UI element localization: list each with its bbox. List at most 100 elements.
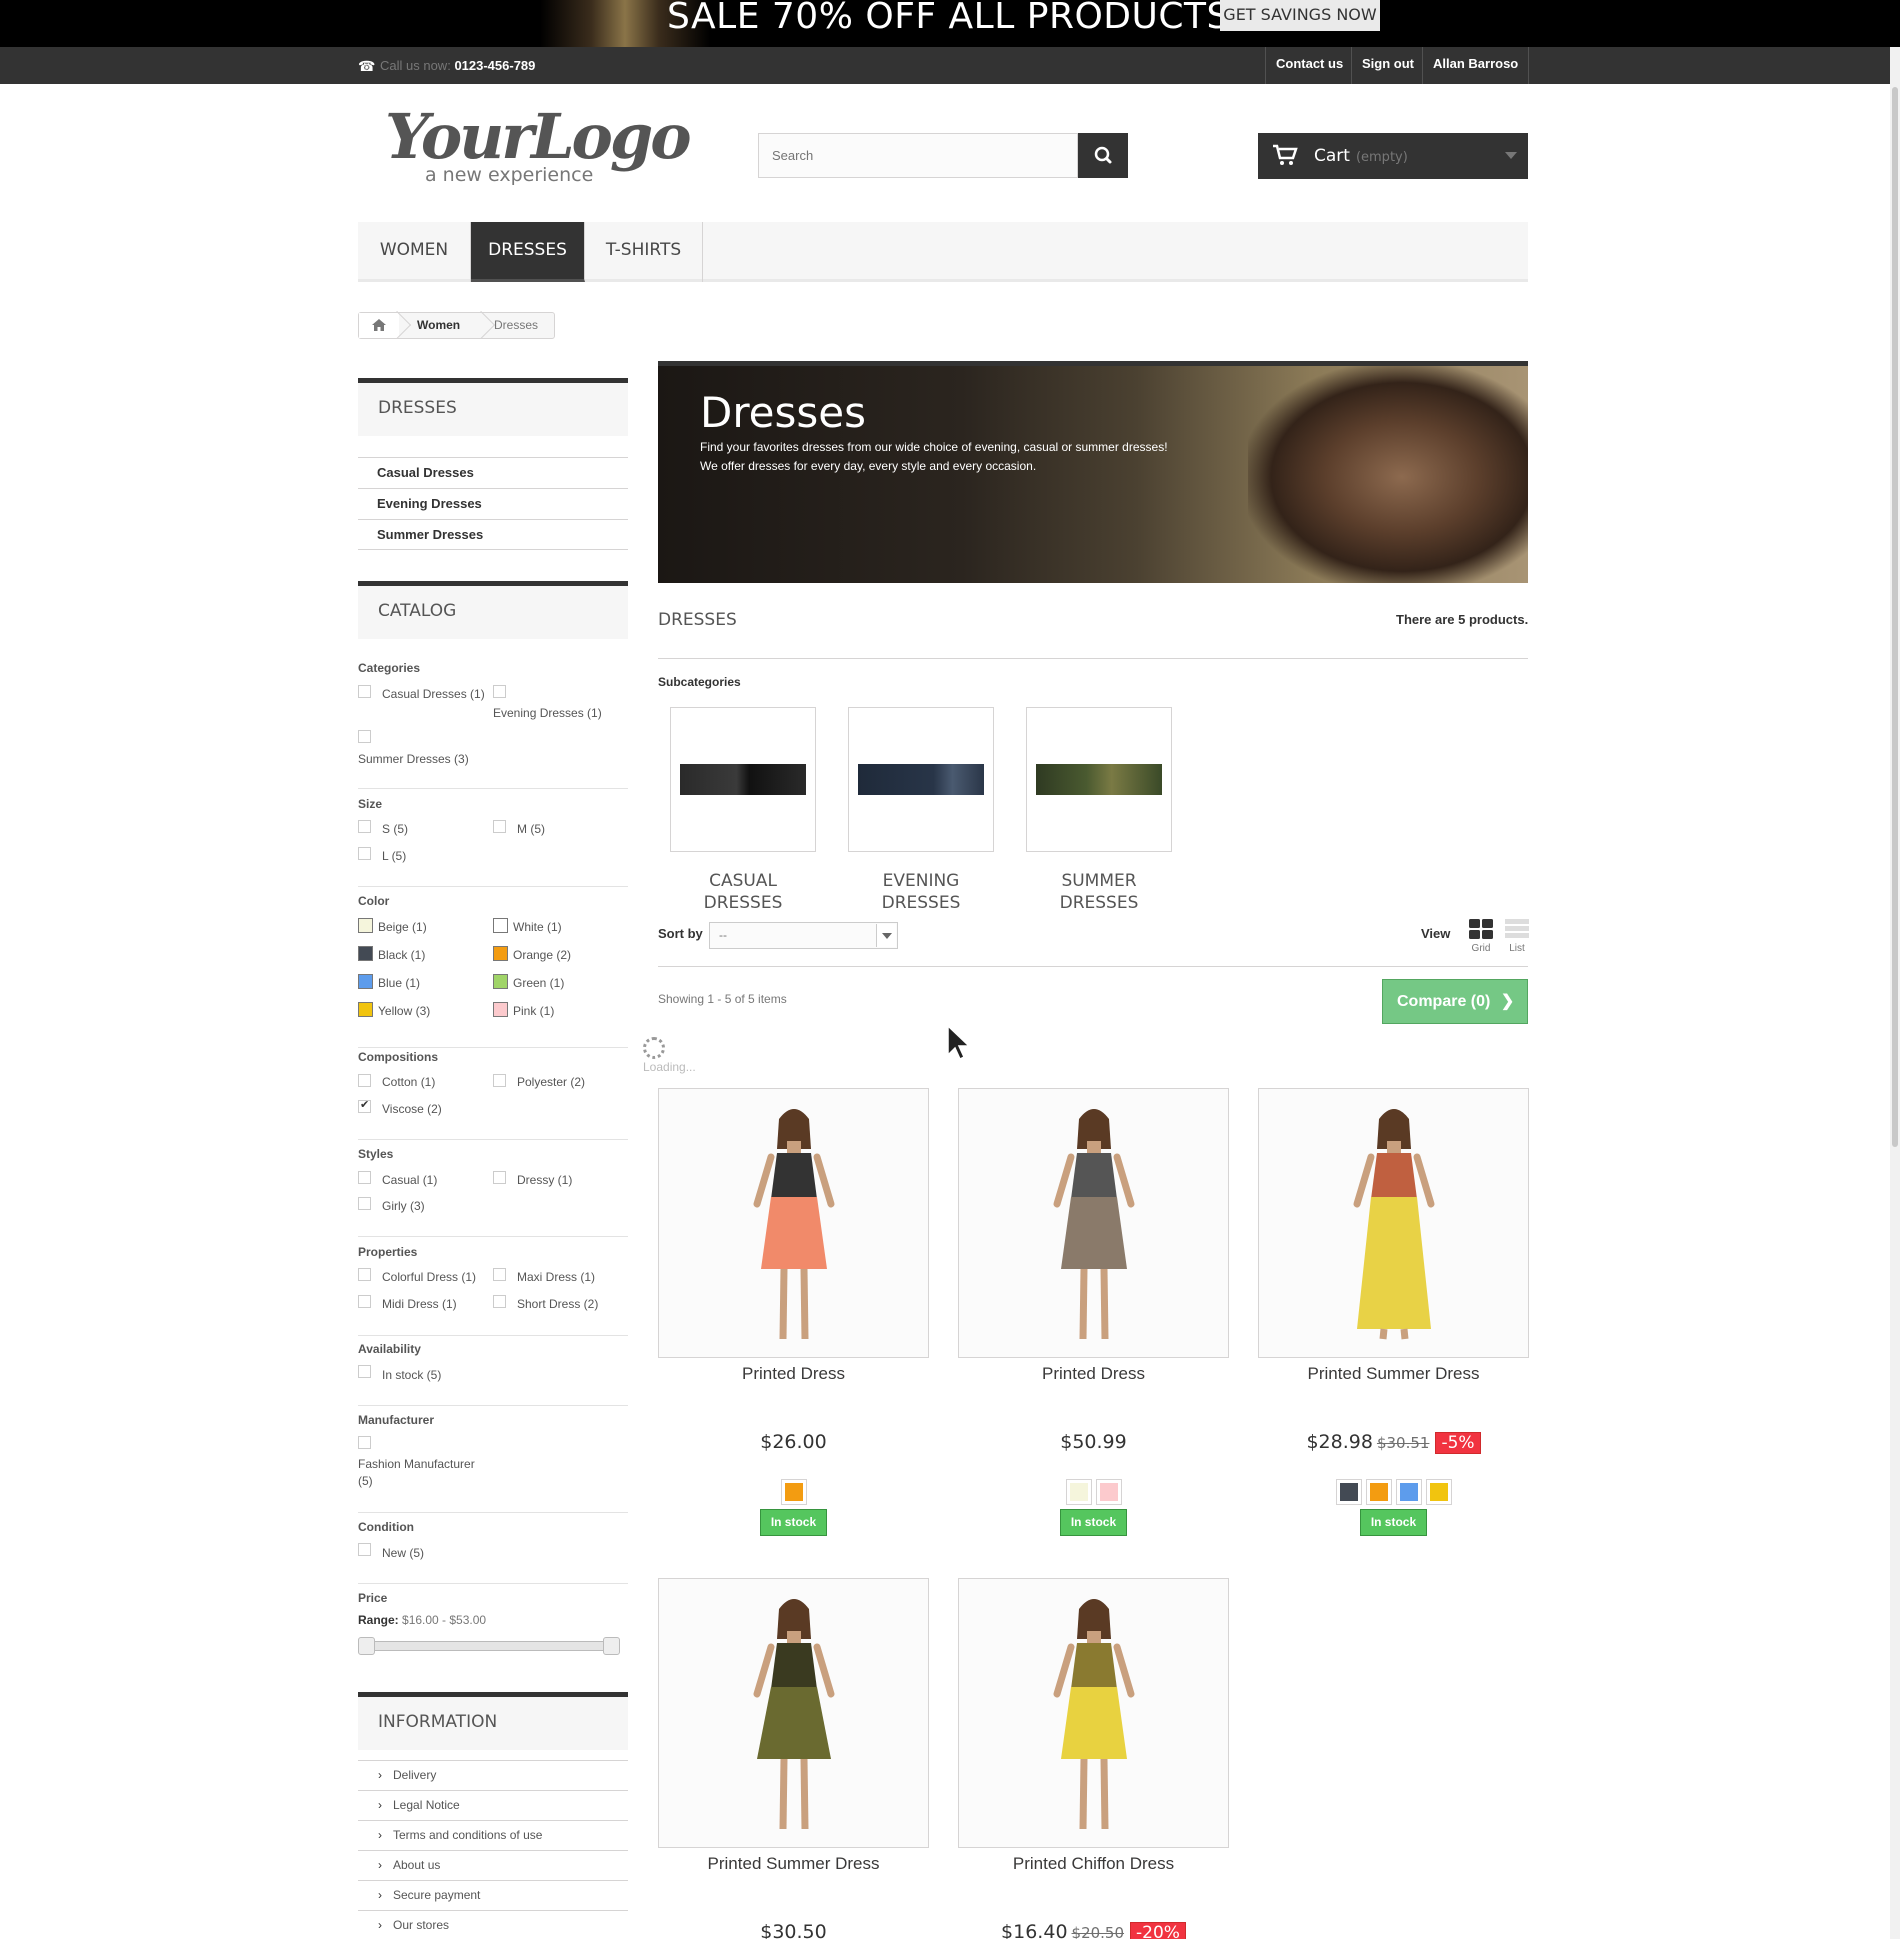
product-color-swatch[interactable] (1365, 1479, 1392, 1505)
color-swatch[interactable] (358, 974, 373, 989)
product-name[interactable]: Printed Dress (958, 1364, 1229, 1384)
checkbox-evening-dresses[interactable] (493, 685, 506, 698)
product-name[interactable]: Printed Summer Dress (658, 1854, 929, 1874)
filter-color-label[interactable]: White (1) (513, 920, 562, 934)
checkbox-viscose[interactable] (358, 1098, 371, 1113)
checkbox-maxi-dress[interactable] (493, 1268, 506, 1281)
filter-polyester[interactable]: Polyester (2) (517, 1075, 585, 1089)
subcategory-casual-link[interactable]: CASUAL DRESSES (670, 870, 816, 914)
filter-size-s[interactable]: S (5) (382, 822, 408, 836)
filter-maxi-dress[interactable]: Maxi Dress (1) (517, 1270, 595, 1284)
filter-short-dress[interactable]: Short Dress (2) (517, 1297, 598, 1311)
checkbox-casual[interactable] (358, 1171, 371, 1184)
checkbox-girly[interactable] (358, 1197, 371, 1210)
product-color-swatch[interactable] (1425, 1479, 1452, 1505)
checkbox-midi-dress[interactable] (358, 1295, 371, 1308)
contact-us-link[interactable]: Contact us (1265, 47, 1353, 84)
filter-size-m[interactable]: M (5) (517, 822, 545, 836)
sidebar-link-evening-dresses[interactable]: Evening Dresses (358, 488, 628, 519)
filter-color-label[interactable]: Beige (1) (378, 920, 427, 934)
subcategory-evening-link[interactable]: EVENING DRESSES (848, 870, 994, 914)
search-button[interactable] (1078, 133, 1128, 178)
product-color-swatch[interactable] (1065, 1479, 1092, 1505)
sidebar-link-summer-dresses[interactable]: Summer Dresses (358, 519, 628, 550)
product-name[interactable]: Printed Chiffon Dress (958, 1854, 1229, 1874)
compare-button[interactable]: Compare (0) ❯ (1382, 979, 1528, 1024)
promo-banner[interactable]: SALE 70% OFF ALL PRODUCTS GET SAVINGS NO… (0, 0, 1900, 47)
filter-in-stock[interactable]: In stock (5) (382, 1368, 441, 1382)
color-swatch[interactable] (358, 918, 373, 933)
checkbox-cotton[interactable] (358, 1074, 371, 1087)
breadcrumb-women[interactable]: Women (417, 313, 460, 338)
filter-new[interactable]: New (5) (382, 1546, 424, 1560)
checkbox-new[interactable] (358, 1543, 371, 1556)
checkbox-short-dress[interactable] (493, 1295, 506, 1308)
filter-color-label[interactable]: Yellow (3) (378, 1004, 430, 1018)
checkbox-size-s[interactable] (358, 820, 371, 833)
checkbox-colorful-dress[interactable] (358, 1268, 371, 1281)
sign-out-link[interactable]: Sign out (1351, 47, 1424, 84)
filter-casual[interactable]: Casual (1) (382, 1173, 437, 1187)
information-link[interactable]: › Legal Notice (358, 1790, 628, 1820)
product-image[interactable] (1258, 1088, 1529, 1358)
filter-fashion-manufacturer[interactable]: Fashion Manufacturer (358, 1457, 475, 1471)
information-link[interactable]: › About us (358, 1850, 628, 1880)
product-color-swatch[interactable] (780, 1479, 807, 1505)
color-swatch[interactable] (493, 1002, 508, 1017)
information-link[interactable]: › Secure payment (358, 1880, 628, 1910)
filter-girly[interactable]: Girly (3) (382, 1199, 425, 1213)
product-image[interactable] (958, 1088, 1229, 1358)
price-slider[interactable] (358, 1637, 620, 1655)
product-color-swatch[interactable] (1335, 1479, 1362, 1505)
checkbox-size-m[interactable] (493, 820, 506, 833)
menu-item-dresses[interactable]: DRESSES (471, 222, 585, 282)
information-link[interactable]: › Delivery (358, 1760, 628, 1790)
product-color-swatch[interactable] (1395, 1479, 1422, 1505)
filter-dressy[interactable]: Dressy (1) (517, 1173, 572, 1187)
checkbox-size-l[interactable] (358, 847, 371, 860)
product-image[interactable] (958, 1578, 1229, 1848)
filter-color-label[interactable]: Orange (2) (513, 948, 571, 962)
color-swatch[interactable] (493, 918, 508, 933)
product-image[interactable] (658, 1578, 929, 1848)
color-swatch[interactable] (493, 974, 508, 989)
product-image[interactable] (658, 1088, 929, 1358)
subcategory-summer-image[interactable] (1026, 707, 1172, 852)
view-list-button[interactable]: List (1503, 917, 1531, 955)
price-slider-max-handle[interactable] (603, 1637, 620, 1655)
get-savings-button[interactable]: GET SAVINGS NOW (1220, 0, 1380, 31)
product-color-swatch[interactable] (1095, 1479, 1122, 1505)
filter-color-label[interactable]: Green (1) (513, 976, 564, 990)
information-link[interactable]: › Our stores (358, 1910, 628, 1939)
menu-item-tshirts[interactable]: T-SHIRTS (585, 222, 703, 282)
filter-midi-dress[interactable]: Midi Dress (1) (382, 1297, 457, 1311)
product-name[interactable]: Printed Summer Dress (1258, 1364, 1529, 1384)
filter-colorful-dress[interactable]: Colorful Dress (1) (382, 1270, 476, 1284)
account-link[interactable]: Allan Barroso (1422, 47, 1530, 84)
color-swatch[interactable] (358, 1002, 373, 1017)
filter-cotton[interactable]: Cotton (1) (382, 1075, 435, 1089)
filter-color-label[interactable]: Black (1) (378, 948, 425, 962)
filter-viscose[interactable]: Viscose (2) (382, 1102, 442, 1116)
cart-button[interactable]: Cart (empty) (1258, 133, 1528, 179)
checkbox-casual-dresses[interactable] (358, 685, 371, 698)
menu-item-women[interactable]: WOMEN (358, 222, 471, 282)
sidebar-link-casual-dresses[interactable]: Casual Dresses (358, 457, 628, 488)
filter-summer-dresses[interactable]: Summer Dresses (3) (358, 752, 469, 766)
view-grid-button[interactable]: Grid (1467, 917, 1495, 955)
checkbox-polyester[interactable] (493, 1074, 506, 1087)
subcategory-evening-image[interactable] (848, 707, 994, 852)
filter-casual-dresses[interactable]: Casual Dresses (1) (382, 687, 485, 701)
search-input[interactable] (758, 133, 1078, 178)
filter-evening-dresses[interactable]: Evening Dresses (1) (493, 706, 602, 720)
filter-size-l[interactable]: L (5) (382, 849, 406, 863)
scrollbar-thumb[interactable] (1892, 87, 1898, 1147)
site-logo[interactable]: YourLogo a new experience (385, 100, 692, 188)
checkbox-fashion-manufacturer[interactable] (358, 1436, 371, 1449)
subcategory-summer-link[interactable]: SUMMER DRESSES (1026, 870, 1172, 914)
product-name[interactable]: Printed Dress (658, 1364, 929, 1384)
checkbox-dressy[interactable] (493, 1171, 506, 1184)
subcategory-casual-image[interactable] (670, 707, 816, 852)
checkbox-summer-dresses[interactable] (358, 730, 371, 743)
checkbox-in-stock[interactable] (358, 1365, 371, 1378)
